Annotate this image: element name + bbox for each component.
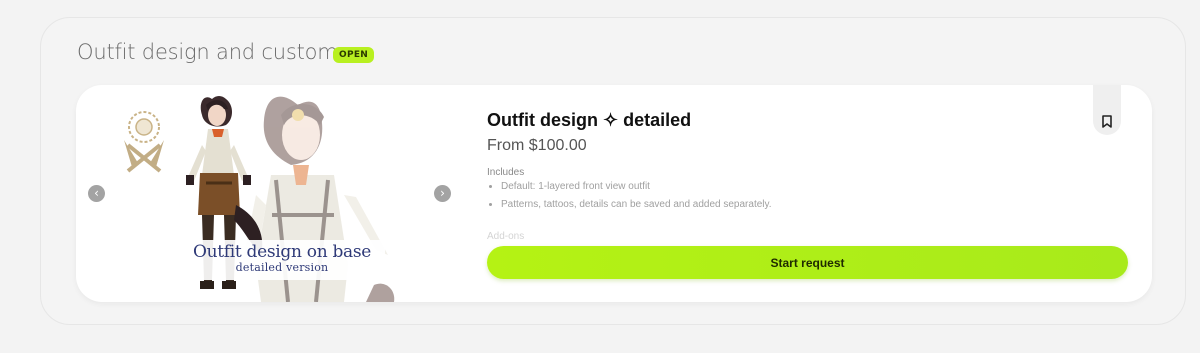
list-item: Default: 1-layered front view outfit: [501, 181, 772, 192]
addons-label: Add-ons: [487, 231, 525, 242]
gallery-caption-sub: detailed version: [235, 261, 329, 274]
includes-list: Default: 1-layered front view outfit Pat…: [487, 181, 772, 217]
gallery-next-button[interactable]: ›: [434, 185, 451, 202]
start-request-button[interactable]: Start request: [487, 246, 1128, 279]
product-title: Outfit design ✧ detailed: [487, 110, 692, 130]
chevron-right-icon: ›: [440, 186, 445, 200]
chevron-left-icon: ‹: [94, 186, 99, 200]
commission-card: ‹ › Outfit design on base detailed versi…: [76, 85, 1152, 302]
product-price: From $100.00: [487, 137, 587, 154]
emblem-icon: [124, 111, 164, 173]
includes-label: Includes: [487, 167, 525, 178]
bookmark-icon: [1102, 115, 1112, 128]
section-title: Outfit design and customs: [77, 40, 349, 64]
status-badge: OPEN: [333, 47, 375, 63]
gallery-caption: Outfit design on base detailed version: [179, 240, 385, 280]
list-item: Patterns, tattoos, details can be saved …: [501, 199, 772, 210]
bookmark-button[interactable]: [1093, 85, 1121, 135]
gallery-caption-main: Outfit design on base: [192, 242, 372, 262]
image-gallery[interactable]: ‹ › Outfit design on base detailed versi…: [76, 85, 456, 302]
gallery-prev-button[interactable]: ‹: [88, 185, 105, 202]
